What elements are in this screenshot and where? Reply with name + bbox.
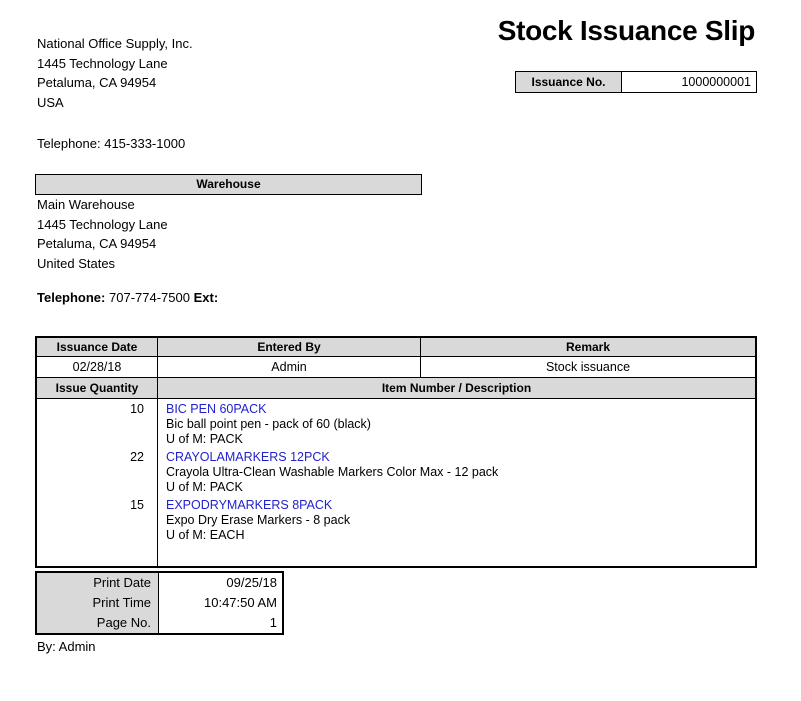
page-no-value: 1 (159, 613, 277, 633)
issuance-no-label: Issuance No. (516, 72, 622, 92)
company-address-line1: 1445 Technology Lane (37, 54, 193, 74)
issuance-no-value: 1000000001 (622, 72, 756, 92)
print-info-labels: Print Date Print Time Page No. (37, 573, 159, 633)
item-uom: U of M: PACK (166, 432, 755, 447)
item-uom: U of M: EACH (166, 528, 755, 543)
print-info-values: 09/25/18 10:47:50 AM 1 (159, 573, 282, 633)
printed-by-line: By: Admin (37, 637, 96, 657)
warehouse-address-block: Main Warehouse 1445 Technology Lane Peta… (37, 195, 168, 273)
item-number-link[interactable]: EXPODRYMARKERS 8PACK (166, 498, 755, 513)
item-number-link[interactable]: BIC PEN 60PACK (166, 402, 755, 417)
header-issuance-date: Issuance Date (37, 338, 158, 356)
value-issuance-date: 02/28/18 (37, 357, 158, 377)
warehouse-ext-label: Ext: (194, 290, 219, 305)
header-remark: Remark (421, 338, 755, 356)
items-area: 10 22 15 BIC PEN 60PACK Bic ball point p… (37, 399, 755, 566)
header-item-description: Item Number / Description (158, 378, 755, 398)
print-time-label: Print Time (37, 593, 151, 613)
company-telephone: Telephone: 415-333-1000 (37, 134, 185, 154)
print-time-value: 10:47:50 AM (159, 593, 277, 613)
item-block: BIC PEN 60PACK Bic ball point pen - pack… (166, 402, 755, 447)
company-address-line3: USA (37, 93, 193, 113)
item-quantity: 15 (37, 498, 157, 546)
warehouse-address-line1: 1445 Technology Lane (37, 215, 168, 235)
item-block: CRAYOLAMARKERS 12PCK Crayola Ultra-Clean… (166, 450, 755, 495)
warehouse-telephone-label: Telephone: (37, 290, 105, 305)
info-value-row: 02/28/18 Admin Stock issuance (37, 357, 755, 378)
issuance-no-box: Issuance No. 1000000001 (515, 71, 757, 93)
company-address-line2: Petaluma, CA 94954 (37, 73, 193, 93)
item-quantity: 10 (37, 402, 157, 450)
page-title: Stock Issuance Slip (498, 15, 755, 47)
warehouse-address-line2: Petaluma, CA 94954 (37, 234, 168, 254)
stock-issuance-slip-document: National Office Supply, Inc. 1445 Techno… (0, 0, 801, 701)
quantity-column: 10 22 15 (37, 399, 158, 566)
items-header-row: Issue Quantity Item Number / Description (37, 378, 755, 399)
warehouse-address-line3: United States (37, 254, 168, 274)
item-block: EXPODRYMARKERS 8PACK Expo Dry Erase Mark… (166, 498, 755, 543)
item-description: Crayola Ultra-Clean Washable Markers Col… (166, 465, 755, 480)
item-number-link[interactable]: CRAYOLAMARKERS 12PCK (166, 450, 755, 465)
header-entered-by: Entered By (158, 338, 421, 356)
item-quantity: 22 (37, 450, 157, 498)
warehouse-name: Main Warehouse (37, 195, 168, 215)
value-entered-by: Admin (158, 357, 421, 377)
description-column: BIC PEN 60PACK Bic ball point pen - pack… (158, 399, 755, 566)
warehouse-telephone: Telephone: 707-774-7500 Ext: (37, 288, 218, 308)
company-address-block: National Office Supply, Inc. 1445 Techno… (37, 34, 193, 112)
item-description: Bic ball point pen - pack of 60 (black) (166, 417, 755, 432)
company-name: National Office Supply, Inc. (37, 34, 193, 54)
issuance-table: Issuance Date Entered By Remark 02/28/18… (35, 336, 757, 568)
item-description: Expo Dry Erase Markers - 8 pack (166, 513, 755, 528)
header-issue-quantity: Issue Quantity (37, 378, 158, 398)
page-no-label: Page No. (37, 613, 151, 633)
warehouse-telephone-number: 707-774-7500 (109, 290, 190, 305)
item-uom: U of M: PACK (166, 480, 755, 495)
info-header-row: Issuance Date Entered By Remark (37, 338, 755, 357)
value-remark: Stock issuance (421, 357, 755, 377)
print-date-label: Print Date (37, 573, 151, 593)
warehouse-header: Warehouse (35, 174, 422, 195)
print-date-value: 09/25/18 (159, 573, 277, 593)
print-info-block: Print Date Print Time Page No. 09/25/18 … (35, 571, 284, 635)
